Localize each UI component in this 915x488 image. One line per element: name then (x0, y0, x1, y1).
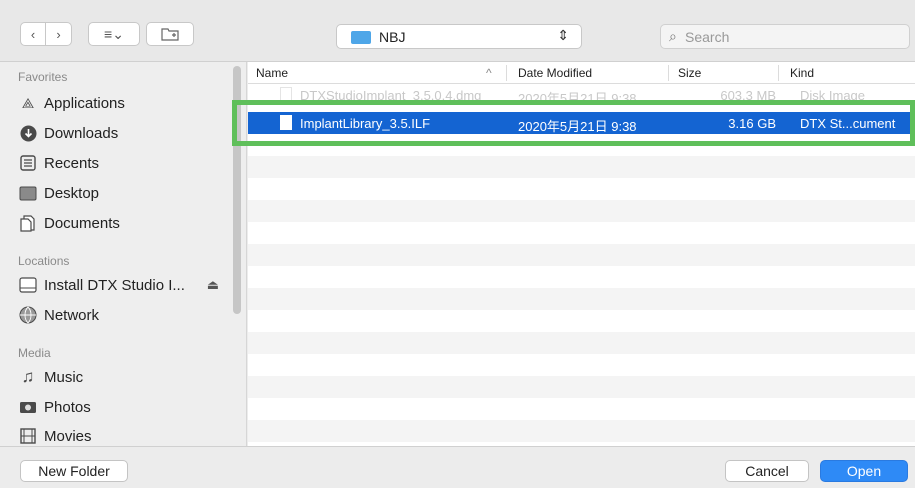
sidebar-item-label: Applications (44, 94, 125, 112)
locations-heading: Locations (18, 254, 70, 268)
file-list: Name ^ Date Modified Size Kind DTXStudio… (248, 62, 915, 446)
column-date-modified[interactable]: Date Modified (518, 66, 592, 80)
column-header: Name ^ Date Modified Size Kind (248, 62, 915, 84)
file-name: DTXStudioImplant_3.5.0.4.dmg (300, 88, 482, 103)
file-size: 3.16 GB (728, 116, 776, 131)
chevron-right-icon: › (56, 26, 61, 42)
column-divider (778, 65, 779, 81)
empty-row (248, 178, 915, 200)
sidebar-item-downloads[interactable]: Downloads (18, 120, 233, 146)
empty-row (248, 332, 915, 354)
favorites-heading: Favorites (18, 70, 68, 84)
desktop-icon (18, 184, 38, 202)
file-row: DTXStudioImplant_3.5.0.4.dmg 2020年5月21日 … (248, 84, 915, 106)
sidebar-item-network[interactable]: Network (18, 302, 233, 328)
sidebar-item-documents[interactable]: Documents (18, 210, 233, 236)
sidebar-item-applications[interactable]: ⟁ Applications (18, 90, 233, 116)
search-placeholder: Search (685, 29, 730, 45)
disk-icon (18, 276, 38, 294)
column-size[interactable]: Size (678, 66, 701, 80)
column-divider (668, 65, 669, 81)
forward-button[interactable]: › (46, 22, 72, 46)
file-name: ImplantLibrary_3.5.ILF (300, 116, 431, 131)
sidebar-item-label: Documents (44, 214, 120, 232)
file-date: 2020年5月21日 9:38 (518, 119, 637, 134)
file-size: 603.3 MB (720, 88, 776, 103)
back-button[interactable]: ‹ (20, 22, 46, 46)
document-icon (280, 115, 292, 130)
empty-row (248, 134, 915, 156)
sidebar-item-label: Network (44, 306, 100, 324)
cancel-button[interactable]: Cancel (725, 460, 809, 482)
file-date: 2020年5月21日 9:38 (518, 91, 637, 106)
search-icon: ⌕ (669, 28, 677, 44)
empty-row (248, 310, 915, 332)
music-icon: ♫ (21, 367, 35, 386)
photos-icon (18, 398, 38, 416)
media-heading: Media (18, 346, 51, 360)
empty-row (248, 354, 915, 376)
sidebar-scrollbar[interactable] (233, 66, 241, 314)
file-kind: Disk Image (800, 88, 866, 103)
eject-icon[interactable]: ⏏ (207, 277, 219, 293)
sort-indicator-icon: ^ (486, 66, 492, 80)
updown-chevron-icon: ⇕ (557, 27, 569, 43)
bottom-bar: New Folder Cancel Open (0, 446, 915, 488)
empty-row (248, 420, 915, 442)
empty-row (248, 244, 915, 266)
file-kind: DTX St...cument (800, 116, 896, 131)
toolbar: ‹ › ≡⌄ NBJ ⇕ ⌕ Search (0, 0, 915, 62)
network-icon (18, 306, 38, 324)
sidebar-item-music[interactable]: ♫ Music (18, 364, 233, 390)
column-kind[interactable]: Kind (790, 66, 814, 80)
sidebar-item-label: Desktop (44, 184, 100, 202)
recents-icon (18, 154, 38, 172)
empty-row (248, 156, 915, 178)
path-popup[interactable]: NBJ ⇕ (336, 24, 582, 49)
chevron-left-icon: ‹ (30, 26, 36, 42)
empty-row (248, 200, 915, 222)
list-view-icon: ≡⌄ (104, 25, 124, 42)
applications-icon: ⟁ (21, 94, 35, 111)
new-folder-button[interactable]: New Folder (20, 460, 128, 482)
sidebar-item-desktop[interactable]: Desktop (18, 180, 233, 206)
empty-row (248, 288, 915, 310)
sidebar-item-install-disk[interactable]: Install DTX Studio I... ⏏ (18, 272, 233, 298)
sidebar-item-label: Downloads (44, 124, 119, 142)
sidebar-item-label: Photos (44, 398, 91, 416)
empty-row (248, 398, 915, 420)
column-name[interactable]: Name (256, 66, 288, 80)
sidebar-item-photos[interactable]: Photos (18, 394, 233, 420)
search-field[interactable]: ⌕ Search (660, 24, 910, 49)
empty-row (248, 222, 915, 244)
sidebar-item-label: Install DTX Studio I... (44, 276, 185, 294)
file-row-selected[interactable]: ImplantLibrary_3.5.ILF 2020年5月21日 9:38 3… (248, 112, 915, 134)
sidebar: Favorites ⟁ Applications Downloads Recen… (0, 62, 247, 446)
new-folder-toolbar-button[interactable] (146, 22, 194, 46)
sidebar-item-movies[interactable]: Movies (18, 423, 233, 446)
documents-icon (18, 214, 38, 232)
downloads-icon (18, 124, 38, 142)
new-folder-icon (161, 28, 179, 41)
sidebar-item-label: Recents (44, 154, 100, 172)
view-options-button[interactable]: ≡⌄ (88, 22, 140, 46)
sidebar-item-recents[interactable]: Recents (18, 150, 233, 176)
open-button[interactable]: Open (820, 460, 908, 482)
empty-row (248, 376, 915, 398)
sidebar-item-label: Music (44, 368, 84, 386)
column-divider (506, 65, 507, 81)
path-label: NBJ (379, 29, 406, 45)
sidebar-item-label: Movies (44, 427, 92, 445)
empty-row (248, 266, 915, 288)
folder-icon (351, 31, 371, 44)
document-icon (280, 87, 292, 102)
movies-icon (18, 427, 38, 445)
